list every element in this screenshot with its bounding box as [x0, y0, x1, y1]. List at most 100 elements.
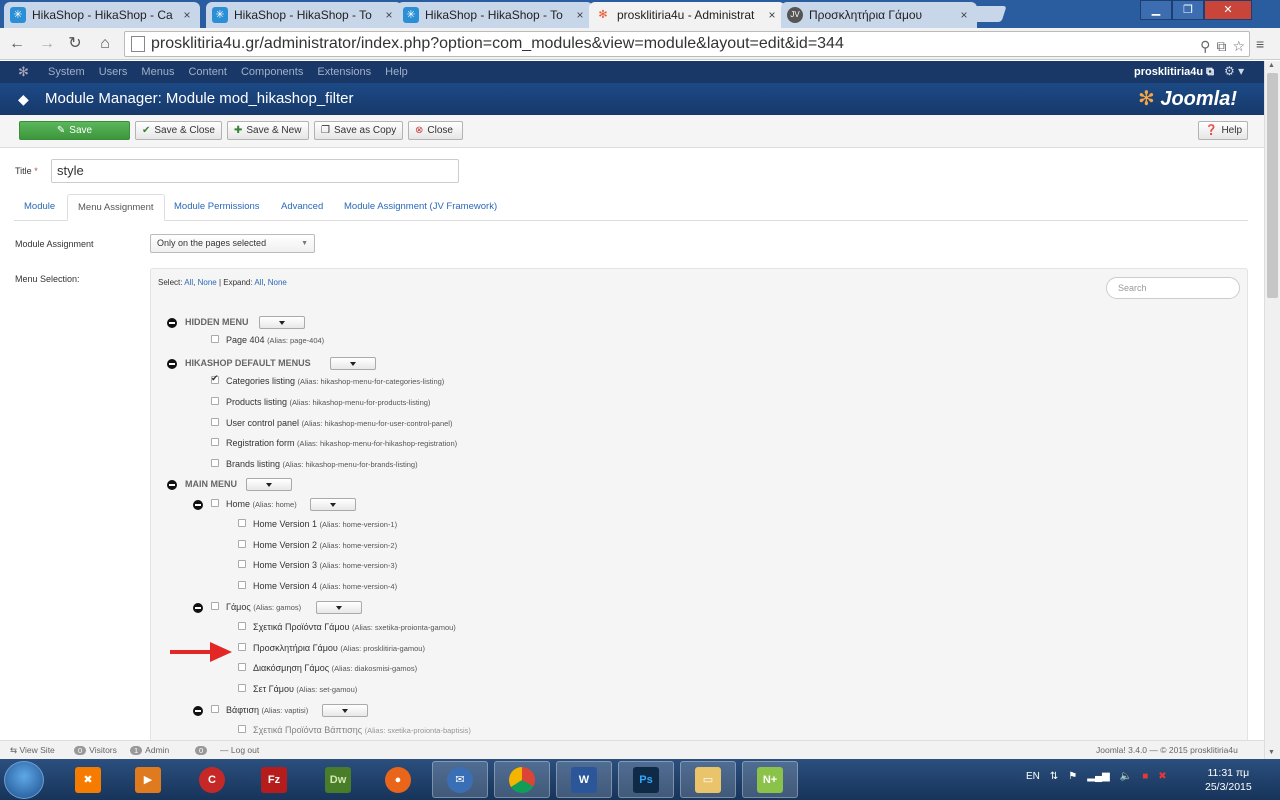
close-tab-icon[interactable]: ×	[573, 8, 587, 22]
collapse-icon[interactable]	[193, 603, 203, 613]
browser-menu-icon[interactable]: ≡	[1256, 36, 1264, 52]
collapse-icon[interactable]	[167, 318, 177, 328]
menu-options-dropdown[interactable]	[316, 601, 362, 614]
taskbar-app-ccleaner[interactable]: C	[184, 761, 240, 798]
checkbox-home-version-2[interactable]	[238, 540, 246, 548]
menu-options-dropdown[interactable]	[310, 498, 356, 511]
select-all-link[interactable]: All	[184, 278, 193, 287]
tray-overflow-icon[interactable]: ⇅	[1050, 771, 1058, 782]
start-button[interactable]	[4, 761, 44, 799]
nav-users[interactable]: Users	[99, 66, 128, 78]
nav-help[interactable]: Help	[385, 66, 408, 78]
page-scrollbar[interactable]: ▲ ▼	[1264, 61, 1280, 759]
collapse-icon[interactable]	[193, 500, 203, 510]
taskbar-app-dreamweaver[interactable]: Dw	[310, 761, 366, 798]
volume-icon[interactable]: 🔈	[1120, 771, 1132, 782]
close-tab-icon[interactable]: ×	[180, 8, 194, 22]
nav-system[interactable]: System	[48, 66, 85, 78]
close-tab-icon[interactable]: ×	[765, 8, 779, 22]
browser-tab-2[interactable]: ✳ HikaShop - HikaShop - To ×	[206, 2, 402, 28]
menu-options-dropdown[interactable]	[330, 357, 376, 370]
security-icon[interactable]: ■	[1142, 771, 1148, 782]
url-field[interactable]: prosklitiria4u.gr/administrator/index.ph…	[124, 31, 1250, 57]
logout-link[interactable]: — Log out	[220, 745, 259, 755]
tab-module[interactable]: Module	[14, 194, 65, 221]
save-new-button[interactable]: ✚ Save & New	[227, 121, 309, 140]
taskbar-app-filezilla[interactable]: Fz	[246, 761, 302, 798]
save-copy-button[interactable]: ❐ Save as Copy	[314, 121, 403, 140]
language-indicator[interactable]: EN	[1026, 771, 1040, 782]
taskbar-app-word[interactable]: W	[556, 761, 612, 798]
nav-menus[interactable]: Menus	[141, 66, 174, 78]
checkbox-sxetika-proionta-baptisis[interactable]	[238, 725, 246, 733]
taskbar-app-notepadpp[interactable]: N+	[742, 761, 798, 798]
menu-options-dropdown[interactable]	[246, 478, 292, 491]
browser-tab-3[interactable]: ✳ HikaShop - HikaShop - To ×	[397, 2, 593, 28]
checkbox-diakosmisi-gamos[interactable]	[238, 663, 246, 671]
taskbar-app-media[interactable]: ▶	[120, 761, 176, 798]
action-center-flag-icon[interactable]: ⚑	[1068, 771, 1077, 782]
module-assignment-select[interactable]: Only on the pages selected ▼	[150, 234, 315, 253]
nav-content[interactable]: Content	[188, 66, 227, 78]
minimize-icon[interactable]: ▁	[1140, 0, 1172, 20]
help-button[interactable]: ❓ Help	[1198, 121, 1248, 140]
signal-bars-icon[interactable]: ▂▄▆	[1087, 771, 1109, 782]
checkbox-home[interactable]	[211, 499, 219, 507]
checkbox-sxetika-proionta-gamou[interactable]	[238, 622, 246, 630]
taskbar-app-chrome[interactable]	[494, 761, 550, 798]
reload-icon[interactable]: ↻	[64, 34, 86, 56]
zoom-icon[interactable]: ⚲	[1200, 34, 1210, 58]
browser-tab-5[interactable]: JV Προσκλητήρια Γάμου ×	[781, 2, 977, 28]
messages-status[interactable]: 0	[195, 745, 210, 755]
scroll-up-icon[interactable]: ▲	[1268, 62, 1275, 69]
taskbar-app-firefox[interactable]: ●	[370, 761, 426, 798]
menu-options-dropdown[interactable]	[259, 316, 305, 329]
nav-components[interactable]: Components	[241, 66, 303, 78]
taskbar-app-explorer[interactable]: ▭	[680, 761, 736, 798]
nav-extensions[interactable]: Extensions	[317, 66, 371, 78]
user-menu-gear-icon[interactable]: ⚙ ▾	[1224, 64, 1244, 78]
tab-module-permissions[interactable]: Module Permissions	[164, 194, 270, 221]
close-tab-icon[interactable]: ×	[382, 8, 396, 22]
save-button[interactable]: ✎ Save	[19, 121, 130, 140]
maximize-icon[interactable]: ❐	[1172, 0, 1204, 20]
expand-all-link[interactable]: All	[254, 278, 263, 287]
checkbox-page-404[interactable]	[211, 335, 219, 343]
title-input[interactable]: style	[51, 159, 459, 183]
collapse-icon[interactable]	[193, 706, 203, 716]
checkbox-prosklitiria-gamou[interactable]	[238, 643, 246, 651]
tab-menu-assignment[interactable]: Menu Assignment	[67, 194, 165, 221]
network-error-icon[interactable]: ✖	[1158, 771, 1166, 782]
checkbox-categories-listing[interactable]	[211, 373, 219, 384]
scrollbar-thumb[interactable]	[1267, 73, 1278, 298]
checkbox-user-control-panel[interactable]	[211, 418, 219, 426]
close-window-icon[interactable]: ✕	[1204, 0, 1252, 20]
menu-options-dropdown[interactable]	[322, 704, 368, 717]
taskbar-app-xampp[interactable]: ✖	[60, 761, 116, 798]
checkbox-products-listing[interactable]	[211, 397, 219, 405]
checkbox-vaptisi[interactable]	[211, 705, 219, 713]
save-close-button[interactable]: ✔ Save & Close	[135, 121, 222, 140]
view-site-link[interactable]: ⇆ View Site	[10, 745, 55, 756]
new-tab-button[interactable]	[969, 6, 1007, 22]
joomla-logo-icon[interactable]: ✻	[18, 64, 29, 80]
expand-none-link[interactable]: None	[268, 278, 287, 287]
checkbox-brands-listing[interactable]	[211, 459, 219, 467]
tab-module-assignment-jv[interactable]: Module Assignment (JV Framework)	[334, 194, 507, 221]
tree-search-input[interactable]: Search	[1106, 277, 1240, 299]
checkbox-set-gamou[interactable]	[238, 684, 246, 692]
bookmark-star-icon[interactable]: ☆	[1232, 34, 1245, 58]
home-icon[interactable]: ⌂	[94, 34, 116, 56]
collapse-icon[interactable]	[167, 480, 177, 490]
taskbar-app-photoshop[interactable]: Ps	[618, 761, 674, 798]
collapse-icon[interactable]	[167, 359, 177, 369]
site-name-link[interactable]: prosklitiria4u ⧉	[1134, 66, 1214, 79]
checkbox-home-version-4[interactable]	[238, 581, 246, 589]
checkbox-home-version-3[interactable]	[238, 560, 246, 568]
checkbox-home-version-1[interactable]	[238, 519, 246, 527]
system-clock[interactable]: 11:31 πμ 25/3/2015	[1205, 766, 1252, 794]
select-none-link[interactable]: None	[198, 278, 217, 287]
browser-tab-1[interactable]: ✳ HikaShop - HikaShop - Ca ×	[4, 2, 200, 28]
scroll-down-icon[interactable]: ▼	[1268, 749, 1275, 756]
forward-icon[interactable]: →	[36, 34, 58, 56]
